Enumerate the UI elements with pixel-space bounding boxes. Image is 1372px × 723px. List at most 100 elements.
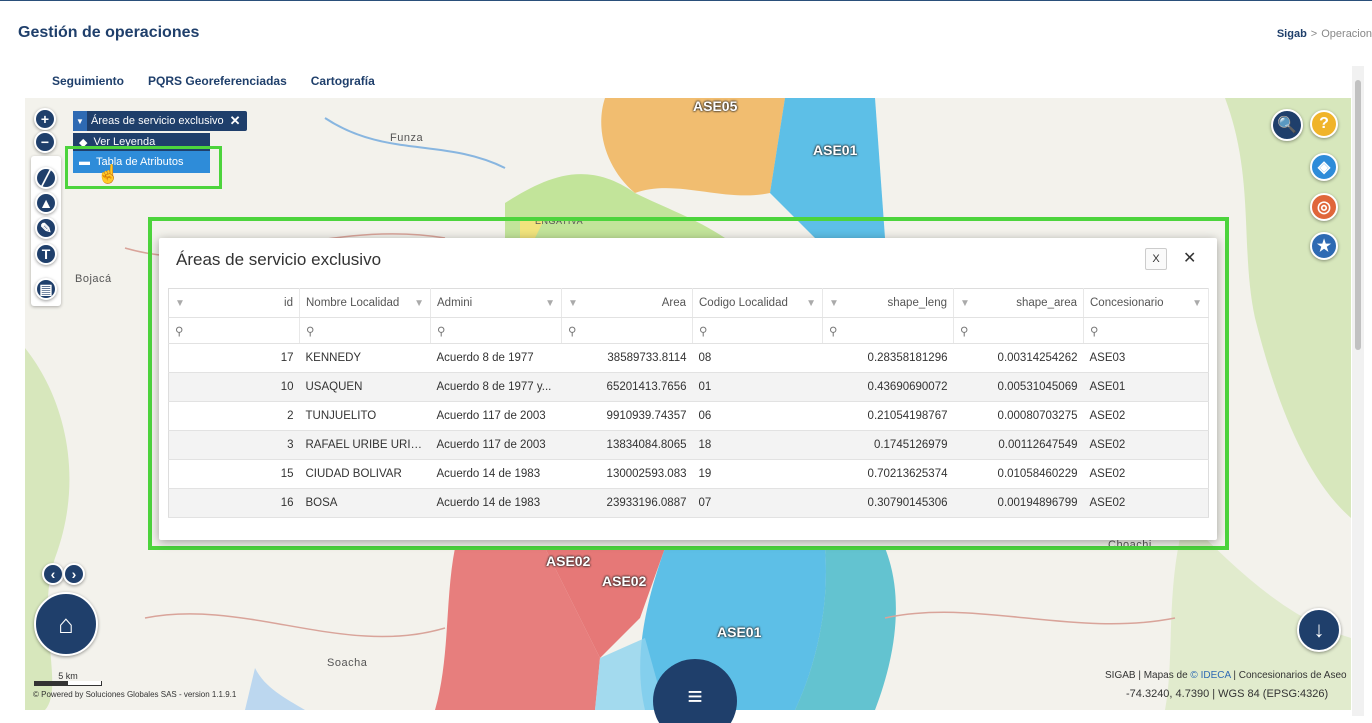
- filter-funnel-icon[interactable]: ▼: [568, 298, 578, 309]
- favorites-star-icon[interactable]: ★: [1310, 232, 1338, 260]
- search-icon[interactable]: ⚲: [822, 317, 954, 344]
- search-icon[interactable]: ⚲: [561, 317, 693, 344]
- attribution-prefix: SIGAB | Mapas de: [1105, 670, 1191, 681]
- column-header-nombre[interactable]: Nombre Localidad ▼: [299, 288, 431, 318]
- place-soacha: Soacha: [327, 657, 368, 669]
- search-icon[interactable]: 🔍: [1271, 109, 1303, 141]
- search-icon[interactable]: ⚲: [1083, 317, 1209, 344]
- zoom-out-button[interactable]: −: [34, 131, 56, 153]
- table-cell: BOSA: [299, 488, 431, 518]
- help-icon[interactable]: ?: [1310, 110, 1338, 138]
- filter-funnel-icon[interactable]: ▼: [829, 298, 839, 309]
- breadcrumb-home[interactable]: Sigab: [1277, 28, 1307, 40]
- search-icon[interactable]: ⚲: [430, 317, 562, 344]
- table-cell: 0.1745126979: [822, 430, 954, 460]
- table-cell: 07: [692, 488, 823, 518]
- table-cell: RAFAEL URIBE URIBE: [299, 430, 431, 460]
- table-cell: Acuerdo 14 de 1983: [430, 459, 562, 489]
- column-header-codigo[interactable]: Codigo Localidad ▼: [692, 288, 823, 318]
- table-cell: 0.01058460229: [953, 459, 1084, 489]
- table-cell: 0.00112647549: [953, 430, 1084, 460]
- search-icon[interactable]: ⚲: [953, 317, 1084, 344]
- column-header-concesionario[interactable]: Concesionario ▼: [1083, 288, 1209, 318]
- search-icon[interactable]: ⚲: [299, 317, 431, 344]
- table-cell: 65201413.7656: [561, 372, 693, 402]
- compass-icon[interactable]: ◎: [1310, 193, 1338, 221]
- text-tool-icon[interactable]: T: [35, 243, 57, 265]
- column-header-shape-leng[interactable]: ▼ shape_leng: [822, 288, 954, 318]
- column-header-area[interactable]: ▼ Area: [561, 288, 693, 318]
- table-cell: KENNEDY: [299, 343, 431, 373]
- export-excel-icon[interactable]: X: [1145, 248, 1167, 270]
- table-row[interactable]: 16 BOSA Acuerdo 14 de 1983 23933196.0887 07 0…: [168, 488, 1209, 518]
- tab-cartografia[interactable]: Cartografía: [311, 74, 375, 88]
- filter-funnel-icon[interactable]: ▼: [175, 298, 185, 309]
- ideca-link[interactable]: © IDECA: [1190, 670, 1230, 681]
- print-icon[interactable]: ▤: [35, 278, 57, 300]
- table-row[interactable]: 15 CIUDAD BOLIVAR Acuerdo 14 de 1983 130002…: [168, 459, 1209, 489]
- zoom-in-button[interactable]: +: [34, 108, 56, 130]
- search-icon[interactable]: ⚲: [168, 317, 300, 344]
- scale-label: 5 km: [58, 671, 78, 681]
- close-icon[interactable]: ✕: [230, 113, 241, 129]
- table-cell: 0.00314254262: [953, 343, 1084, 373]
- table-cell: 16: [168, 488, 300, 518]
- mouse-coordinates: -74.3240, 4.7390 | WGS 84 (EPSG:4326): [1126, 688, 1329, 700]
- measure-area-icon[interactable]: ▲: [35, 192, 57, 214]
- table-cell: 0.00531045069: [953, 372, 1084, 402]
- history-forward-icon[interactable]: ›: [63, 563, 85, 585]
- powered-by: © Powered by Soluciones Globales SAS - v…: [33, 690, 237, 699]
- scrollbar-thumb[interactable]: [1355, 80, 1361, 350]
- table-cell: ASE01: [1083, 372, 1209, 402]
- table-cell: 13834084.8065: [561, 430, 693, 460]
- filter-funnel-icon[interactable]: ▼: [960, 298, 970, 309]
- attribute-table: ▼ id Nombre Localidad ▼ Admini ▼ ▼ Area Codi…: [168, 288, 1209, 518]
- active-layer-name: Áreas de servicio exclusivo: [91, 115, 224, 127]
- zone-label-ase01-north: ASE01: [813, 142, 858, 158]
- table-cell: 15: [168, 459, 300, 489]
- table-row[interactable]: 2 TUNJUELITO Acuerdo 117 de 2003 9910939.74…: [168, 401, 1209, 431]
- table-cell: ASE02: [1083, 430, 1209, 460]
- table-cell: 2: [168, 401, 300, 431]
- history-back-icon[interactable]: ‹: [42, 563, 64, 585]
- module-tabs: Seguimiento PQRS Georeferenciadas Cartog…: [52, 74, 375, 88]
- ruler-icon[interactable]: ╱: [35, 167, 57, 189]
- download-arrow-icon[interactable]: ↓: [1297, 608, 1341, 652]
- table-cell: ASE02: [1083, 488, 1209, 518]
- map-attribution: SIGAB | Mapas de © IDECA | Concesionario…: [1105, 670, 1347, 681]
- table-row[interactable]: 17 KENNEDY Acuerdo 8 de 1977 38589733.8114 0…: [168, 343, 1209, 373]
- table-cell: USAQUEN: [299, 372, 431, 402]
- basemap-icon[interactable]: ◈: [1310, 153, 1338, 181]
- filter-funnel-icon[interactable]: ▼: [1192, 298, 1202, 309]
- filter-funnel-icon[interactable]: ▼: [545, 298, 555, 309]
- zone-label-ase05: ASE05: [693, 98, 738, 114]
- table-row[interactable]: 3 RAFAEL URIBE URIBE Acuerdo 117 de 2003 13…: [168, 430, 1209, 460]
- table-cell: 01: [692, 372, 823, 402]
- table-cell: Acuerdo 14 de 1983: [430, 488, 562, 518]
- table-cell: 23933196.0887: [561, 488, 693, 518]
- table-cell: 9910939.74357: [561, 401, 693, 431]
- page-scrollbar[interactable]: [1352, 66, 1364, 716]
- highlight-menu-item: [65, 146, 222, 189]
- table-cell: ASE02: [1083, 401, 1209, 431]
- column-header-id[interactable]: ▼ id: [168, 288, 300, 318]
- tab-pqrs[interactable]: PQRS Georeferenciadas: [148, 74, 287, 88]
- filter-row: ⚲ ⚲ ⚲ ⚲ ⚲ ⚲ ⚲ ⚲: [168, 317, 1209, 344]
- filter-funnel-icon[interactable]: ▼: [806, 298, 816, 309]
- table-cell: 130002593.083: [561, 459, 693, 489]
- breadcrumb: Sigab > Operacion: [1277, 28, 1372, 40]
- close-dialog-icon[interactable]: ✕: [1183, 248, 1196, 268]
- chevron-down-icon[interactable]: ▼: [73, 111, 87, 131]
- active-layer-chip[interactable]: ▼ Áreas de servicio exclusivo ✕: [73, 111, 247, 131]
- table-row[interactable]: 10 USAQUEN Acuerdo 8 de 1977 y... 65201413.…: [168, 372, 1209, 402]
- search-icon[interactable]: ⚲: [692, 317, 823, 344]
- filter-funnel-icon[interactable]: ▼: [414, 298, 424, 309]
- column-header-shape-area[interactable]: ▼ shape_area: [953, 288, 1084, 318]
- table-cell: 3: [168, 430, 300, 460]
- home-pan-control-icon[interactable]: ⌂: [34, 592, 98, 656]
- table-body: 17 KENNEDY Acuerdo 8 de 1977 38589733.8114 0…: [168, 343, 1209, 518]
- tab-seguimiento[interactable]: Seguimiento: [52, 74, 124, 88]
- draw-pencil-icon[interactable]: ✎: [35, 217, 57, 239]
- column-header-admini[interactable]: Admini ▼: [430, 288, 562, 318]
- table-cell: 0.28358181296: [822, 343, 954, 373]
